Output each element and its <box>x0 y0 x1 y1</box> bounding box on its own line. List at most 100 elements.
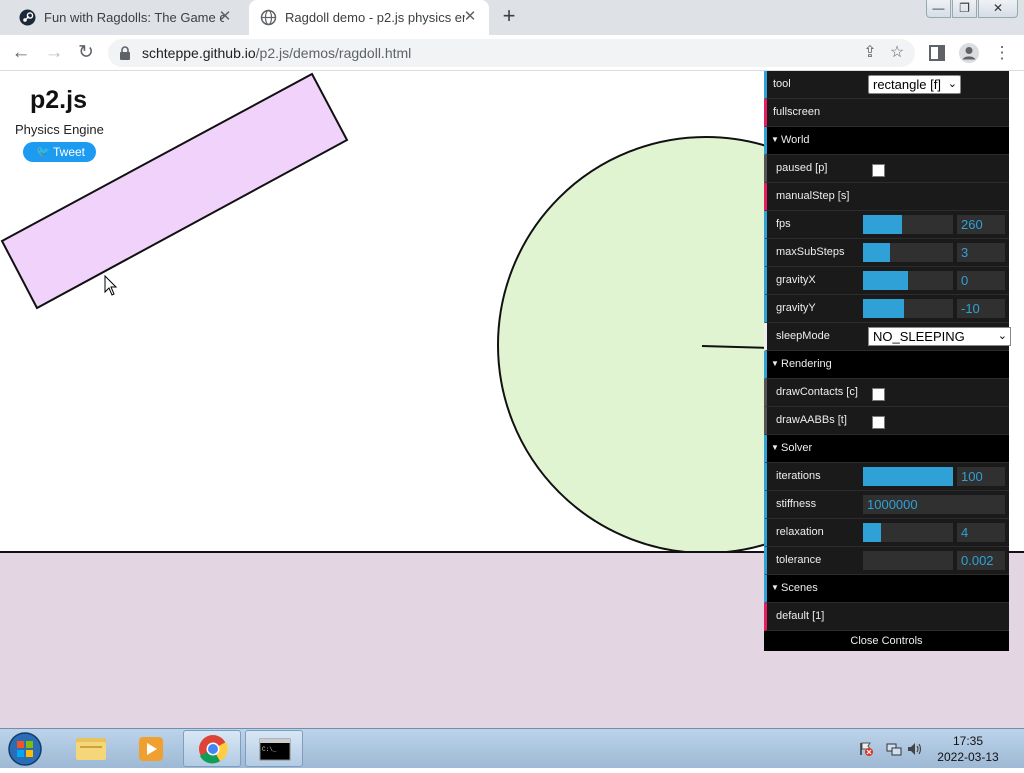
world-folder-header[interactable]: ▼ World <box>764 127 1009 155</box>
network-icon[interactable] <box>886 741 902 757</box>
scene-default-button[interactable]: default [1] <box>776 610 824 622</box>
back-arrow-icon[interactable]: ← <box>9 41 33 65</box>
new-tab-button[interactable]: + <box>498 5 520 29</box>
tab-title: Fun with Ragdolls: The Game on <box>44 10 224 25</box>
gravityx-label: gravityX <box>776 274 816 286</box>
fps-input[interactable]: 260 <box>957 215 1005 234</box>
paused-checkbox[interactable] <box>872 164 885 177</box>
triangle-down-icon: ▼ <box>771 135 779 144</box>
maxsubsteps-slider-fill <box>863 243 890 262</box>
sleepmode-select-value: NO_SLEEPING <box>873 329 965 344</box>
scenes-folder-header[interactable]: ▼ Scenes <box>764 575 1009 603</box>
url-path: /p2.js/demos/ragdoll.html <box>255 45 412 61</box>
svg-text:C:\_: C:\_ <box>262 746 277 753</box>
taskbar-clock[interactable]: 17:35 2022-03-13 <box>930 733 1006 765</box>
iterations-slider-fill <box>863 467 953 486</box>
tolerance-input[interactable]: 0.002 <box>957 551 1005 570</box>
tolerance-slider[interactable] <box>863 551 953 570</box>
tweet-button[interactable]: 🐦 Tweet <box>23 142 96 162</box>
iterations-slider[interactable] <box>863 467 953 486</box>
maxsubsteps-slider[interactable] <box>863 243 953 262</box>
url-text[interactable]: schteppe.github.io/p2.js/demos/ragdoll.h… <box>142 45 411 61</box>
drawaabbs-checkbox[interactable] <box>872 416 885 429</box>
action-center-flag-icon[interactable] <box>858 741 874 757</box>
twitter-bird-icon: 🐦 <box>36 146 50 158</box>
address-bar[interactable]: schteppe.github.io/p2.js/demos/ragdoll.h… <box>108 39 915 67</box>
mouse-cursor-icon <box>104 275 118 296</box>
url-host: schteppe.github.io <box>142 45 256 61</box>
gravityy-label: gravityY <box>776 302 816 314</box>
logo-title: p2.js <box>30 86 87 114</box>
close-controls-button[interactable]: Close Controls <box>764 631 1009 651</box>
kebab-menu-icon[interactable]: ⋮ <box>990 41 1014 65</box>
stiffness-input[interactable]: 1000000 <box>863 495 1005 514</box>
taskbar-cmd[interactable]: C:\_ <box>245 730 303 767</box>
windows-taskbar: C:\_ 17:35 2022-03-13 <box>0 728 1024 768</box>
maximize-button[interactable]: ❐ <box>952 0 977 18</box>
scene-default-row[interactable]: default [1] <box>764 603 1009 631</box>
stiffness-label: stiffness <box>776 498 817 510</box>
fps-slider[interactable] <box>863 215 953 234</box>
tab-close-icon[interactable]: ✕ <box>461 8 479 26</box>
chevron-down-icon: ⌄ <box>997 330 1007 342</box>
solver-folder-header[interactable]: ▼ Solver <box>764 435 1009 463</box>
gravityy-input[interactable]: -10 <box>957 299 1005 318</box>
stiffness-row: stiffness 1000000 <box>764 491 1009 519</box>
taskbar-explorer[interactable] <box>62 730 120 767</box>
relaxation-slider-fill <box>863 523 881 542</box>
gravityx-slider[interactable] <box>863 271 953 290</box>
drawcontacts-checkbox[interactable] <box>872 388 885 401</box>
side-panel-icon[interactable] <box>925 41 949 65</box>
fps-row: fps 260 <box>764 211 1009 239</box>
rendering-folder-header[interactable]: ▼ Rendering <box>764 351 1009 379</box>
world-folder-title: World <box>781 134 810 146</box>
manualstep-button[interactable]: manualStep [s] <box>776 190 849 202</box>
gravityx-input[interactable]: 0 <box>957 271 1005 290</box>
maxsubsteps-label: maxSubSteps <box>776 246 845 258</box>
windows-start-icon[interactable] <box>6 731 44 767</box>
tab-strip: Fun with Ragdolls: The Game on ✕ Ragdoll… <box>0 0 1024 35</box>
tab-ragdoll-demo[interactable]: Ragdoll demo - p2.js physics eng ✕ <box>249 0 489 35</box>
lock-icon <box>120 46 130 60</box>
tab-close-icon[interactable]: ✕ <box>216 8 234 26</box>
reload-icon[interactable]: ↻ <box>74 41 98 65</box>
chevron-down-icon: ⌄ <box>947 78 957 90</box>
triangle-down-icon: ▼ <box>771 443 779 452</box>
controls-panel: tool rectangle [f] ⌄ fullscreen ▼ World p… <box>764 71 1011 651</box>
forward-arrow-icon[interactable]: → <box>42 41 66 65</box>
bookmark-star-icon[interactable]: ☆ <box>887 43 907 63</box>
relaxation-slider[interactable] <box>863 523 953 542</box>
volume-icon[interactable] <box>906 741 922 757</box>
media-player-icon <box>139 737 163 761</box>
gravityy-slider-fill <box>863 299 904 318</box>
triangle-down-icon: ▼ <box>771 359 779 368</box>
triangle-down-icon: ▼ <box>771 583 779 592</box>
fullscreen-button[interactable]: fullscreen <box>773 106 820 118</box>
taskbar-media-player[interactable] <box>122 730 180 767</box>
relaxation-label: relaxation <box>776 526 824 538</box>
steam-icon <box>19 9 36 26</box>
tab-fun-with-ragdolls[interactable]: Fun with Ragdolls: The Game on ✕ <box>8 0 248 35</box>
gravityy-slider[interactable] <box>863 299 953 318</box>
share-icon[interactable]: ⇪ <box>860 43 880 63</box>
solver-folder-title: Solver <box>781 442 813 454</box>
close-window-button[interactable]: ✕ <box>978 0 1018 18</box>
tab-title: Ragdoll demo - p2.js physics eng <box>285 10 465 25</box>
drawcontacts-label: drawContacts [c] <box>776 386 858 398</box>
maxsubsteps-input[interactable]: 3 <box>957 243 1005 262</box>
tool-select[interactable]: rectangle [f] ⌄ <box>868 75 961 94</box>
minimize-button[interactable]: — <box>926 0 951 18</box>
tolerance-label: tolerance <box>776 554 822 566</box>
taskbar-chrome[interactable] <box>183 730 241 767</box>
fullscreen-row[interactable]: fullscreen <box>764 99 1009 127</box>
profile-avatar-icon[interactable] <box>957 41 981 65</box>
relaxation-input[interactable]: 4 <box>957 523 1005 542</box>
sleepmode-select[interactable]: NO_SLEEPING ⌄ <box>868 327 1011 346</box>
iterations-input[interactable]: 100 <box>957 467 1005 486</box>
globe-icon <box>260 9 277 26</box>
chrome-icon <box>199 735 228 764</box>
clock-date: 2022-03-13 <box>937 750 999 764</box>
manualstep-row[interactable]: manualStep [s] <box>764 183 1009 211</box>
tool-label: tool <box>773 78 791 90</box>
demo-page[interactable]: p2.js Physics Engine 🐦 Tweet tool rectan… <box>0 71 1024 728</box>
